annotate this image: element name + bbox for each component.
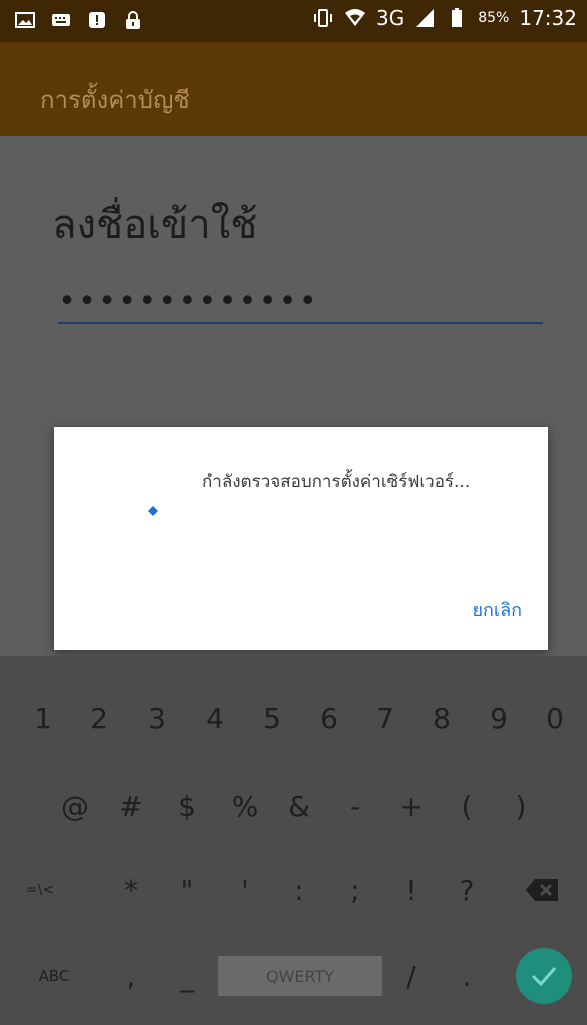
key-at[interactable]: @	[50, 776, 100, 836]
key-ampersand[interactable]: &	[274, 776, 324, 836]
key-6[interactable]: 6	[308, 688, 350, 748]
key-5[interactable]: 5	[251, 688, 293, 748]
app-bar-title: การตั้งค่าบัญชี	[40, 86, 190, 114]
wifi-icon	[344, 7, 366, 29]
backspace-key[interactable]	[512, 860, 572, 920]
key-8[interactable]: 8	[421, 688, 463, 748]
battery-percent: 85%	[478, 10, 510, 26]
key-2[interactable]: 2	[78, 688, 120, 748]
key-9[interactable]: 9	[478, 688, 520, 748]
key-close-paren[interactable]: )	[496, 776, 546, 836]
key-qwerty-space[interactable]: QWERTY	[218, 956, 382, 996]
screen: 3G 85% 17:32 การตั้งค่าบัญชี ลงชื่อเข้าใ…	[0, 0, 587, 1025]
key-question[interactable]: ?	[442, 860, 492, 920]
battery-icon	[446, 7, 468, 29]
password-value: •••••••••••••	[58, 284, 319, 319]
backspace-icon	[526, 879, 558, 901]
keyboard-row-symbols: @ # $ % & - + ( )	[0, 776, 587, 836]
checkmark-icon	[531, 967, 557, 986]
lock-icon	[122, 9, 144, 31]
clock: 17:32	[519, 6, 577, 30]
key-7[interactable]: 7	[364, 688, 406, 748]
key-abc[interactable]: ABC	[24, 946, 84, 1006]
key-percent[interactable]: %	[220, 776, 270, 836]
network-type: 3G	[376, 6, 405, 30]
keyboard-row-bottom: ABC , _ QWERTY / .	[0, 946, 587, 1006]
key-3[interactable]: 3	[136, 688, 178, 748]
key-period[interactable]: .	[442, 946, 492, 1006]
key-colon[interactable]: :	[274, 860, 324, 920]
key-comma[interactable]: ,	[106, 946, 156, 1006]
key-slash[interactable]: /	[386, 946, 436, 1006]
key-single-quote[interactable]: '	[220, 860, 270, 920]
alert-icon	[86, 9, 108, 31]
key-asterisk[interactable]: *	[106, 860, 156, 920]
keyboard-row-more-symbols: =\< * " ' : ; ! ?	[0, 860, 587, 920]
password-underline	[58, 322, 543, 324]
page-title: ลงชื่อเข้าใช้	[52, 202, 258, 248]
key-4[interactable]: 4	[194, 688, 236, 748]
keyboard-icon	[50, 9, 72, 31]
key-minus[interactable]: -	[330, 776, 380, 836]
cancel-button[interactable]: ยกเลิก	[472, 595, 522, 624]
key-dollar[interactable]: $	[162, 776, 212, 836]
notification-icons	[14, 9, 144, 31]
key-1[interactable]: 1	[22, 688, 64, 748]
key-0[interactable]: 0	[534, 688, 576, 748]
signal-icon	[414, 7, 436, 29]
soft-keyboard: 1 2 3 4 5 6 7 8 9 0 @ # $ % & - + ( ) =\…	[0, 656, 587, 1025]
screenshot-icon	[14, 9, 36, 31]
key-double-quote[interactable]: "	[162, 860, 212, 920]
key-plus[interactable]: +	[386, 776, 436, 836]
dialog-message: กำลังตรวจสอบการตั้งค่าเซิร์ฟเวอร์...	[202, 472, 471, 492]
key-underscore[interactable]: _	[162, 946, 212, 1006]
keyboard-row-numbers: 1 2 3 4 5 6 7 8 9 0	[0, 688, 587, 748]
key-hash[interactable]: #	[106, 776, 156, 836]
done-button[interactable]	[516, 948, 572, 1004]
progress-dialog: กำลังตรวจสอบการตั้งค่าเซิร์ฟเวอร์... ยกเ…	[54, 427, 548, 650]
vibrate-icon	[312, 7, 334, 29]
status-bar: 3G 85% 17:32	[0, 0, 587, 42]
key-more-symbols[interactable]: =\<	[10, 860, 70, 920]
system-icons: 3G 85% 17:32	[312, 6, 577, 30]
key-exclamation[interactable]: !	[386, 860, 436, 920]
loading-spinner-icon	[148, 506, 158, 516]
key-open-paren[interactable]: (	[442, 776, 492, 836]
app-bar: การตั้งค่าบัญชี	[0, 42, 587, 136]
password-field[interactable]: •••••••••••••	[58, 284, 543, 326]
key-semicolon[interactable]: ;	[330, 860, 380, 920]
